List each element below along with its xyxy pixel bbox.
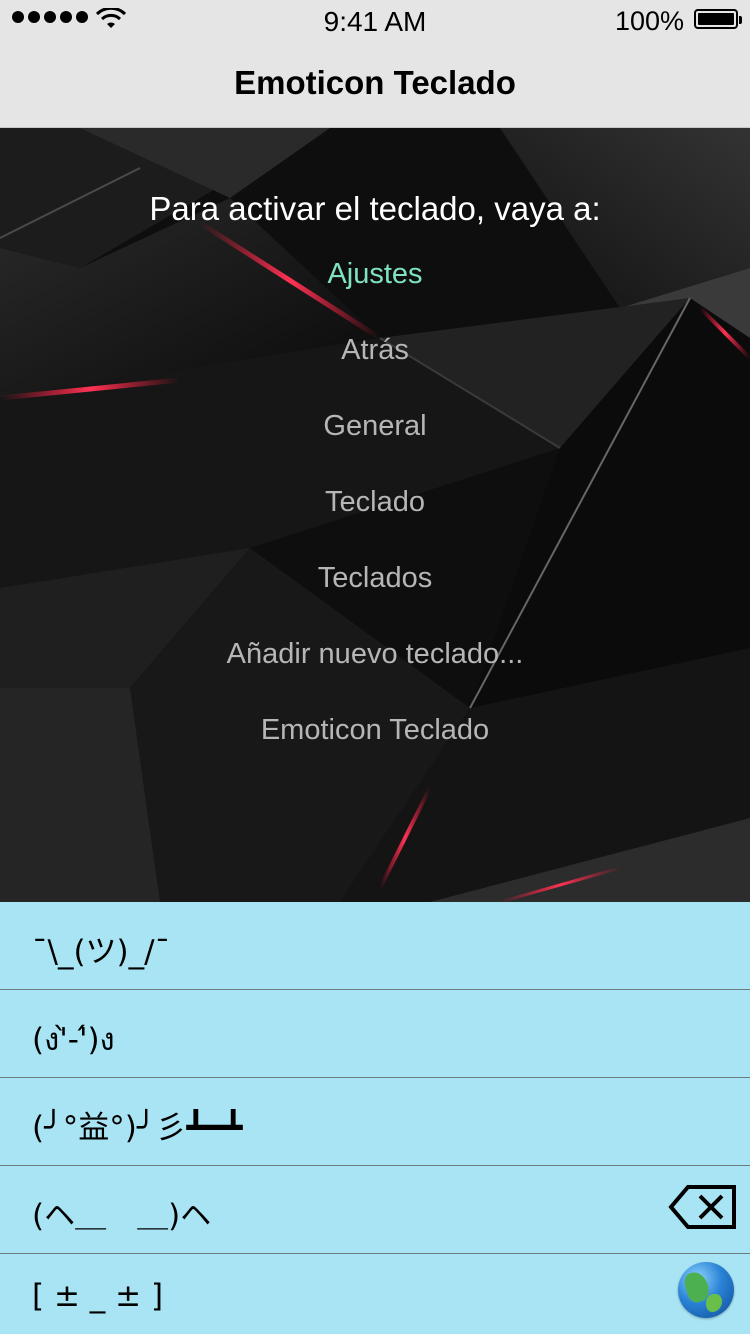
emoticon-label: ¯\_(ツ)_/¯ xyxy=(32,934,171,970)
step-atras: Atrás xyxy=(341,334,409,366)
instructions-panel: Para activar el teclado, vaya a: Ajustes… xyxy=(0,128,750,902)
emoticon-key-fight[interactable]: (ง'̀-'́)ง xyxy=(0,990,750,1078)
emoticon-label: (ง'̀-'́)ง xyxy=(32,1022,115,1058)
step-ajustes: Ajustes xyxy=(327,258,423,290)
emoticon-key-bow[interactable]: (ヘ＿ ＿)ヘ xyxy=(0,1166,750,1254)
delete-key-icon[interactable] xyxy=(668,1184,738,1230)
page-title: Emoticon Teclado xyxy=(234,64,516,101)
globe-icon[interactable] xyxy=(678,1262,734,1318)
emoticon-key-plus-minus[interactable]: [ ± _ ± ] xyxy=(0,1254,750,1334)
emoticon-label: (╯°益°)╯彡┻━┻ xyxy=(32,1110,243,1146)
emoticon-keyboard: ¯\_(ツ)_/¯ (ง'̀-'́)ง (╯°益°)╯彡┻━┻ (ヘ＿ ＿)ヘ … xyxy=(0,902,750,1334)
instruction-text: Para activar el teclado, vaya a: xyxy=(149,190,601,227)
emoticon-label: (ヘ＿ ＿)ヘ xyxy=(32,1198,212,1234)
emoticon-label: [ ± _ ± ] xyxy=(32,1278,164,1314)
step-anadir-nuevo-teclado: Añadir nuevo teclado... xyxy=(226,638,524,670)
step-general: General xyxy=(323,410,427,442)
step-emoticon-teclado: Emoticon Teclado xyxy=(260,714,490,746)
step-teclados: Teclados xyxy=(317,562,433,594)
status-bar: 9:41 AM 100% xyxy=(0,0,750,40)
emoticon-key-table-flip[interactable]: (╯°益°)╯彡┻━┻ xyxy=(0,1078,750,1166)
step-teclado: Teclado xyxy=(325,486,425,518)
emoticon-key-shrug[interactable]: ¯\_(ツ)_/¯ xyxy=(0,902,750,990)
battery-percent: 100% xyxy=(614,6,684,36)
battery-icon xyxy=(694,9,742,29)
navigation-bar: Emoticon Teclado xyxy=(0,40,750,128)
